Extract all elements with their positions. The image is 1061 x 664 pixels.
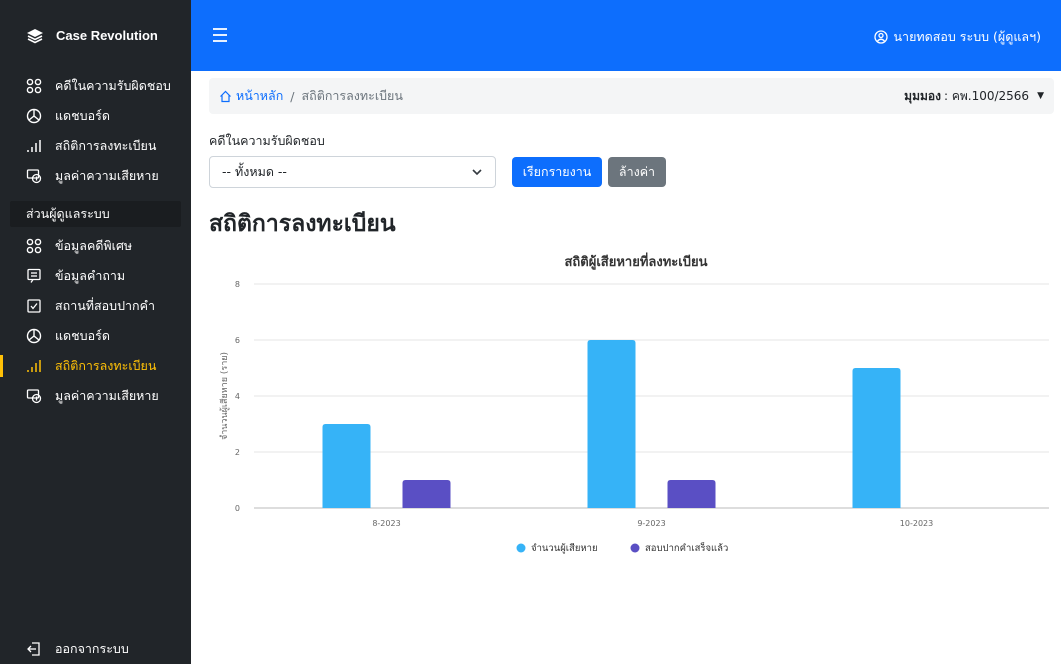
filter-label: คดีในความรับผิดชอบ [209, 133, 325, 148]
sidebar-section-admin: ส่วนผู้ดูแลระบบ [10, 201, 181, 227]
bar-interviewed[interactable] [667, 480, 716, 508]
bar-interviewed[interactable] [402, 480, 451, 508]
y-tick-label: 8 [235, 280, 240, 289]
view-mode-value: : คพ.100/2566 [943, 88, 1030, 103]
user-circle-icon [873, 30, 888, 44]
registration-chart: สถิติผู้เสียหายที่ลงทะเบียน จำนวนผู้เสีย… [209, 244, 1054, 584]
bar-chart-icon [26, 358, 42, 374]
money-icon [26, 168, 42, 184]
sidebar-item-responsible-cases[interactable]: คดีในความรับผิดชอบ [0, 71, 191, 101]
x-tick-label: 8-2023 [372, 519, 400, 528]
home-icon [219, 90, 232, 103]
menu-toggle-icon[interactable] [211, 26, 231, 44]
logout-icon [26, 641, 42, 657]
legend-label[interactable]: สอบปากคำเสร็จแล้ว [645, 541, 728, 554]
pie-chart-icon [26, 328, 42, 344]
sidebar-item-special-cases[interactable]: ข้อมูลคดีพิเศษ [0, 231, 191, 261]
view-mode-dropdown[interactable]: มุมมอง : คพ.100/2566 ▼ [904, 87, 1044, 106]
y-tick-label: 0 [235, 504, 240, 513]
brand-name: Case Revolution [56, 28, 158, 43]
bar-chart-icon [26, 138, 42, 154]
sidebar-item-label: คดีในความรับผิดชอบ [55, 78, 171, 93]
pie-chart-icon [26, 108, 42, 124]
circles-icon [26, 78, 42, 94]
layers-icon [26, 27, 44, 45]
logout-button[interactable]: ออกจากระบบ [0, 634, 191, 664]
sidebar-item-admin-dashboard[interactable]: แดชบอร์ด [0, 321, 191, 351]
sidebar-nav-admin: ข้อมูลคดีพิเศษ ข้อมูลคำถาม สถานที่สอบปาก… [0, 231, 191, 411]
breadcrumb-home-label: หน้าหลัก [236, 88, 284, 103]
chat-icon [26, 268, 42, 284]
breadcrumb-current: สถิติการลงทะเบียน [301, 88, 403, 103]
chart-y-axis-label: จำนวนผู้เสียหาย (ราย) [219, 352, 230, 440]
bar-victims[interactable] [587, 340, 636, 508]
y-tick-label: 2 [235, 448, 240, 457]
sidebar-item-registration-stats[interactable]: สถิติการลงทะเบียน [0, 131, 191, 161]
breadcrumb-home-link[interactable]: หน้าหลัก [219, 86, 283, 106]
legend-label[interactable]: จำนวนผู้เสียหาย [531, 542, 598, 554]
sidebar-item-label: ข้อมูลคำถาม [55, 268, 126, 283]
caret-down-icon: ▼ [1037, 91, 1044, 101]
sidebar-item-label: มูลค่าความเสียหาย [55, 168, 159, 183]
circles-icon [26, 238, 42, 254]
page-title: สถิติการลงทะเบียน [209, 211, 396, 237]
sidebar-item-label: สถิติการลงทะเบียน [55, 138, 157, 153]
breadcrumb: หน้าหลัก / สถิติการลงทะเบียน มุมมอง : คพ… [209, 78, 1054, 114]
clear-button[interactable]: ล้างค่า [608, 157, 666, 187]
chevron-down-icon [471, 166, 483, 178]
case-filter-select[interactable]: -- ทั้งหมด -- [209, 156, 496, 188]
sidebar-item-dashboard[interactable]: แดชบอร์ด [0, 101, 191, 131]
y-tick-label: 4 [235, 392, 240, 401]
case-filter-selected: -- ทั้งหมด -- [222, 164, 287, 179]
sidebar-item-damage-value[interactable]: มูลค่าความเสียหาย [0, 161, 191, 191]
sidebar: Case Revolution คดีในความรับผิดชอบ แดชบอ… [0, 0, 191, 664]
sidebar-item-label: สถานที่สอบปากคำ [55, 298, 155, 313]
sidebar-item-label: แดชบอร์ด [55, 108, 110, 123]
x-tick-label: 9-2023 [637, 519, 665, 528]
check-square-icon [26, 298, 42, 314]
sidebar-item-label: มูลค่าความเสียหาย [55, 388, 159, 403]
chart-title: สถิติผู้เสียหายที่ลงทะเบียน [565, 252, 708, 270]
view-mode-label: มุมมอง [904, 88, 941, 103]
bar-victims[interactable] [852, 368, 901, 508]
logout-label: ออกจากระบบ [55, 641, 129, 656]
user-name: นายทดสอบ ระบบ (ผู้ดูแลฯ) [893, 29, 1042, 44]
sidebar-item-label: ข้อมูลคดีพิเศษ [55, 238, 133, 253]
user-menu[interactable]: นายทดสอบ ระบบ (ผู้ดูแลฯ) [873, 27, 1042, 47]
y-tick-label: 6 [235, 336, 240, 345]
generate-report-button[interactable]: เรียกรายงาน [512, 157, 602, 187]
chart-svg: สถิติผู้เสียหายที่ลงทะเบียน จำนวนผู้เสีย… [219, 252, 1049, 554]
money-icon [26, 388, 42, 404]
sidebar-item-interview-locations[interactable]: สถานที่สอบปากคำ [0, 291, 191, 321]
legend-marker [516, 543, 526, 553]
sidebar-item-questions[interactable]: ข้อมูลคำถาม [0, 261, 191, 291]
sidebar-item-label: แดชบอร์ด [55, 328, 110, 343]
sidebar-item-admin-registration-stats[interactable]: สถิติการลงทะเบียน [0, 351, 191, 381]
x-tick-label: 10-2023 [900, 519, 933, 528]
chart-grid [254, 283, 1049, 509]
bar-victims[interactable] [322, 424, 371, 508]
chart-bars [322, 340, 901, 508]
sidebar-item-label: สถิติการลงทะเบียน [55, 358, 157, 373]
breadcrumb-separator: / [290, 88, 295, 104]
brand[interactable]: Case Revolution [0, 0, 191, 71]
sidebar-item-admin-damage-value[interactable]: มูลค่าความเสียหาย [0, 381, 191, 411]
legend-marker [630, 543, 640, 553]
top-navbar: นายทดสอบ ระบบ (ผู้ดูแลฯ) [191, 0, 1061, 71]
chart-legend[interactable]: จำนวนผู้เสียหาย สอบปากคำเสร็จแล้ว [516, 541, 729, 554]
sidebar-nav-main: คดีในความรับผิดชอบ แดชบอร์ด สถิติการลงทะ… [0, 71, 191, 191]
